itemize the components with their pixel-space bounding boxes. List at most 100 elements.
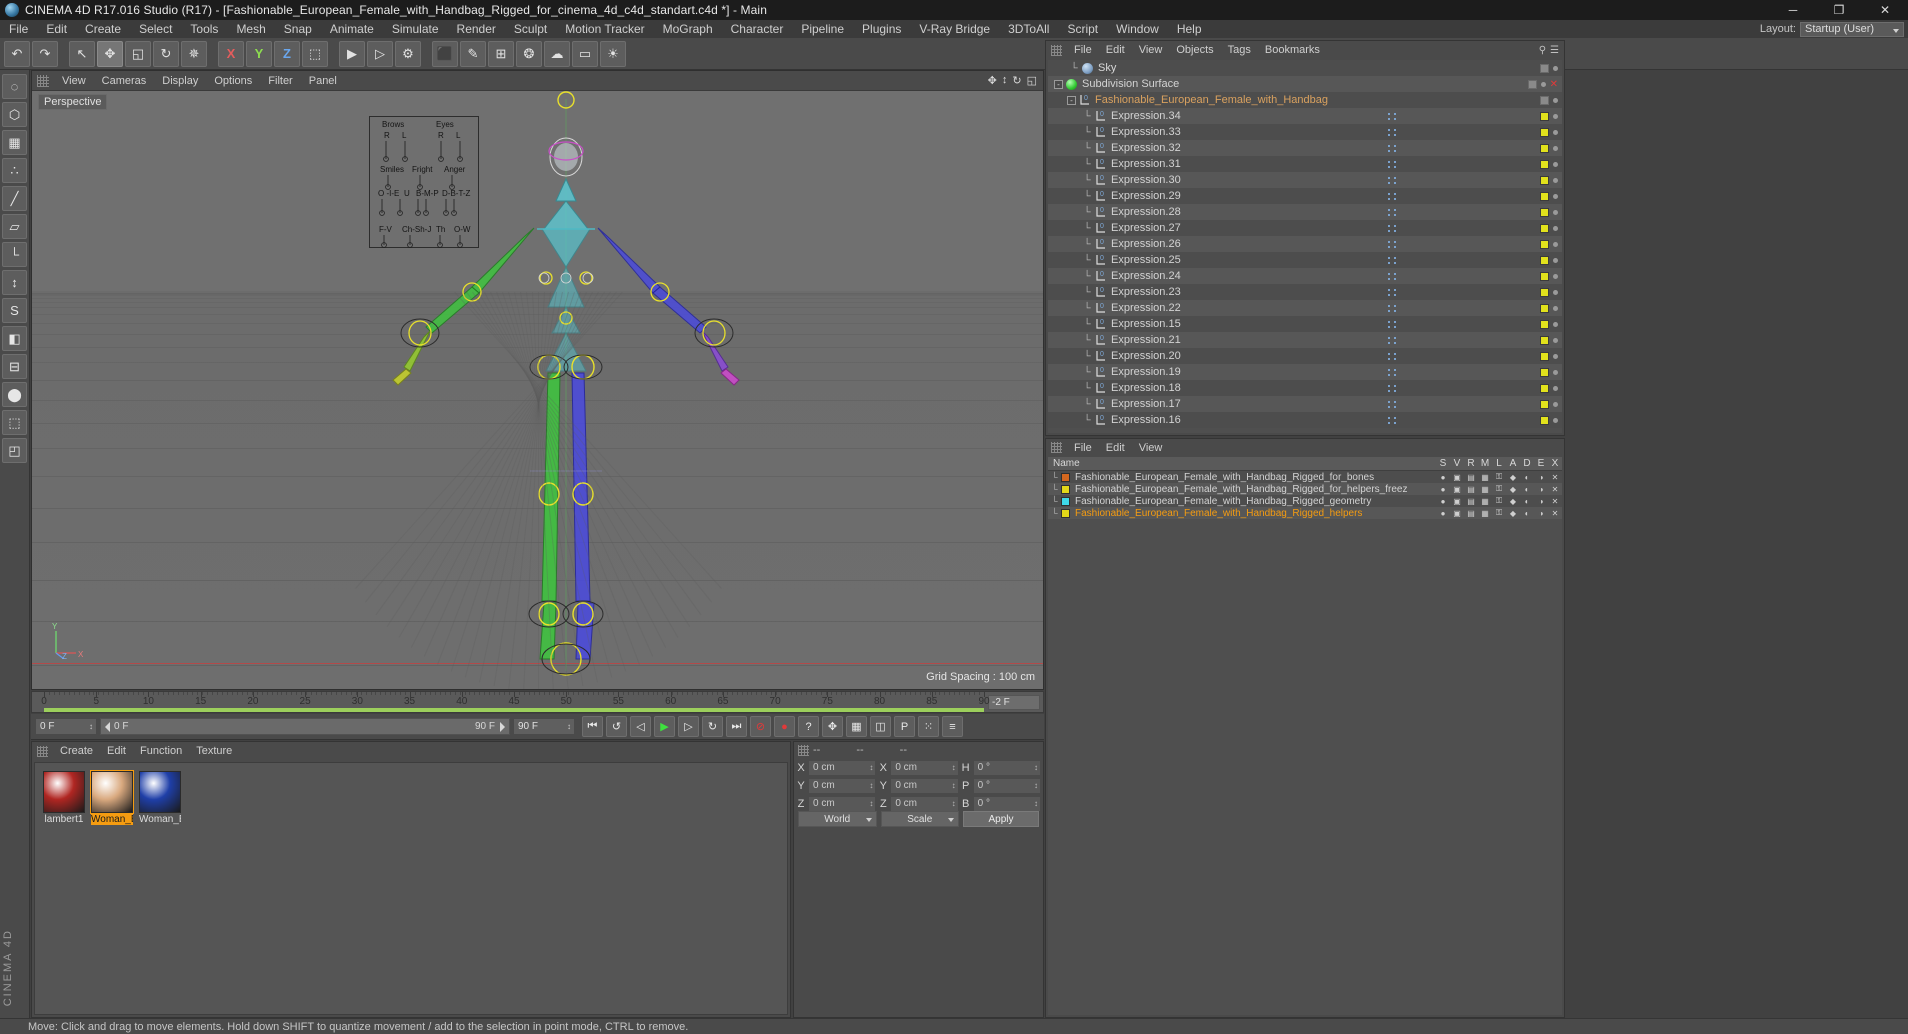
edges-mode-tool[interactable]: ╱: [2, 186, 27, 211]
object-menu-gripper[interactable]: [1051, 44, 1062, 56]
expression-tag-icon[interactable]: 0: [1094, 142, 1107, 155]
menu-item-render[interactable]: Render: [448, 20, 505, 38]
expression-tag-icon[interactable]: 0: [1094, 206, 1107, 219]
scale-tool-button[interactable]: ◱: [125, 40, 151, 67]
search-icon[interactable]: ⚲: [1539, 45, 1546, 56]
layer-col-m[interactable]: M: [1478, 458, 1492, 469]
material-swatch[interactable]: Woman_Body: [90, 770, 134, 825]
object-row[interactable]: └ 0 Expression.26: [1048, 236, 1562, 252]
menu-item-file[interactable]: File: [0, 20, 37, 38]
object-row[interactable]: └ 0 Expression.23: [1048, 284, 1562, 300]
viewport-menu-cameras[interactable]: Cameras: [94, 71, 155, 91]
object-row[interactable]: └ 0 Expression.19: [1048, 364, 1562, 380]
visibility-dot[interactable]: [1553, 193, 1558, 199]
object-row[interactable]: └ 0 Expression.28: [1048, 204, 1562, 220]
current-frame-input[interactable]: 0 F ↕: [35, 718, 97, 735]
expression-tag-icon[interactable]: 0: [1094, 302, 1107, 315]
snap-tool[interactable]: S: [2, 298, 27, 323]
object-row[interactable]: └ 0 Expression.27: [1048, 220, 1562, 236]
size-input[interactable]: 0 cm ↕: [890, 795, 959, 812]
visibility-tag[interactable]: [1540, 63, 1549, 73]
object-menu-file[interactable]: File: [1067, 44, 1099, 56]
environment-button[interactable]: ☁: [544, 40, 570, 67]
layer-col-l[interactable]: L: [1492, 458, 1506, 469]
layer-col-r[interactable]: R: [1464, 458, 1478, 469]
object-row[interactable]: └ 0 Expression.24: [1048, 268, 1562, 284]
render-region-button[interactable]: ▷: [367, 40, 393, 67]
visibility-tag[interactable]: [1540, 415, 1549, 425]
enable-axis-tool[interactable]: ↕: [2, 270, 27, 295]
visibility-dot[interactable]: [1553, 225, 1558, 231]
workplane-tool[interactable]: ◧: [2, 326, 27, 351]
go-to-end-button[interactable]: ⏭: [726, 716, 747, 737]
layer-toggle-d[interactable]: ◐: [1520, 472, 1534, 482]
layer-toggle-s[interactable]: ●: [1436, 496, 1450, 506]
object-row[interactable]: └ 0 Expression.34: [1048, 108, 1562, 124]
layer-menu-view[interactable]: View: [1132, 442, 1170, 454]
size-input[interactable]: 0 cm ↕: [890, 777, 959, 794]
material-preview[interactable]: [139, 771, 181, 813]
expression-tag-icon[interactable]: 0: [1094, 238, 1107, 251]
y-axis-lock-button[interactable]: Y: [246, 40, 272, 67]
object-row[interactable]: └ 0 Expression.20: [1048, 348, 1562, 364]
visibility-dot[interactable]: [1553, 65, 1558, 71]
expression-priority-dots[interactable]: [1387, 287, 1398, 297]
autokeying-button[interactable]: ●: [774, 716, 795, 737]
apply-button[interactable]: Apply: [963, 811, 1039, 827]
expression-tag-icon[interactable]: 0: [1094, 126, 1107, 139]
polygons-mode-tool[interactable]: ▱: [2, 214, 27, 239]
coordinate-system-dropdown[interactable]: World: [798, 811, 877, 827]
points-mode-tool[interactable]: ∴: [2, 158, 27, 183]
layer-row[interactable]: └ Fashionable_European_Female_with_Handba…: [1048, 495, 1562, 507]
menu-item-help[interactable]: Help: [1168, 20, 1211, 38]
material-swatch[interactable]: lambert1: [43, 771, 85, 825]
position-input[interactable]: 0 cm ↕: [808, 795, 877, 812]
layer-col-s[interactable]: S: [1436, 458, 1450, 469]
expression-priority-dots[interactable]: [1387, 335, 1398, 345]
texture-mode-tool[interactable]: ▦: [2, 130, 27, 155]
object-row[interactable]: └ 0 Expression.32: [1048, 140, 1562, 156]
rotation-stepper[interactable]: ↕: [1034, 781, 1038, 790]
visibility-tag[interactable]: [1527, 79, 1537, 89]
object-row[interactable]: └ 0 Expression.17: [1048, 396, 1562, 412]
visibility-tag[interactable]: [1540, 319, 1549, 329]
material-menu-edit[interactable]: Edit: [100, 745, 133, 757]
filter-icon[interactable]: ☰: [1550, 45, 1559, 56]
expression-tag-icon[interactable]: 0: [1078, 94, 1091, 107]
zoom-icon[interactable]: ↕: [1002, 74, 1008, 87]
object-menu-edit[interactable]: Edit: [1099, 44, 1132, 56]
layer-col-e[interactable]: E: [1534, 458, 1548, 469]
expression-priority-dots[interactable]: [1387, 159, 1398, 169]
visibility-dot[interactable]: [1553, 273, 1558, 279]
sky-sphere-icon[interactable]: [1081, 62, 1094, 75]
material-menu-create[interactable]: Create: [53, 745, 100, 757]
layer-toggle-x[interactable]: ✕: [1548, 484, 1562, 494]
visibility-tag[interactable]: [1540, 367, 1549, 377]
size-stepper[interactable]: ↕: [952, 781, 956, 790]
visibility-tag[interactable]: [1540, 95, 1549, 105]
menu-item-animate[interactable]: Animate: [321, 20, 383, 38]
menu-item-select[interactable]: Select: [130, 20, 181, 38]
coordinate-menu-gripper[interactable]: [798, 744, 809, 756]
layer-toggle-m[interactable]: ▦: [1478, 472, 1492, 482]
visibility-dot[interactable]: [1553, 209, 1558, 215]
maximize-button[interactable]: ❐: [1816, 0, 1862, 20]
size-stepper[interactable]: ↕: [952, 763, 956, 772]
visibility-dot[interactable]: [1553, 305, 1558, 311]
step-back-button[interactable]: ◁: [630, 716, 651, 737]
expression-tag-icon[interactable]: 0: [1094, 254, 1107, 267]
layer-toggle-r[interactable]: ▤: [1464, 496, 1478, 506]
render-settings-button[interactable]: ⚙: [395, 40, 421, 67]
expander-toggle[interactable]: -: [1067, 95, 1076, 105]
layer-toggle-m[interactable]: ▦: [1478, 496, 1492, 506]
visibility-dot[interactable]: [1553, 145, 1558, 151]
expression-priority-dots[interactable]: [1387, 319, 1398, 329]
expression-priority-dots[interactable]: [1387, 111, 1398, 121]
menu-item-character[interactable]: Character: [722, 20, 793, 38]
visibility-tag[interactable]: [1540, 303, 1549, 313]
axis-mode-tool[interactable]: └: [2, 242, 27, 267]
layer-toggle-r[interactable]: ▤: [1464, 484, 1478, 494]
object-row[interactable]: - 0 Fashionable_European_Female_with_Handb…: [1048, 92, 1562, 108]
object-menu-tags[interactable]: Tags: [1221, 44, 1258, 56]
layer-color-swatch[interactable]: [1061, 508, 1070, 518]
